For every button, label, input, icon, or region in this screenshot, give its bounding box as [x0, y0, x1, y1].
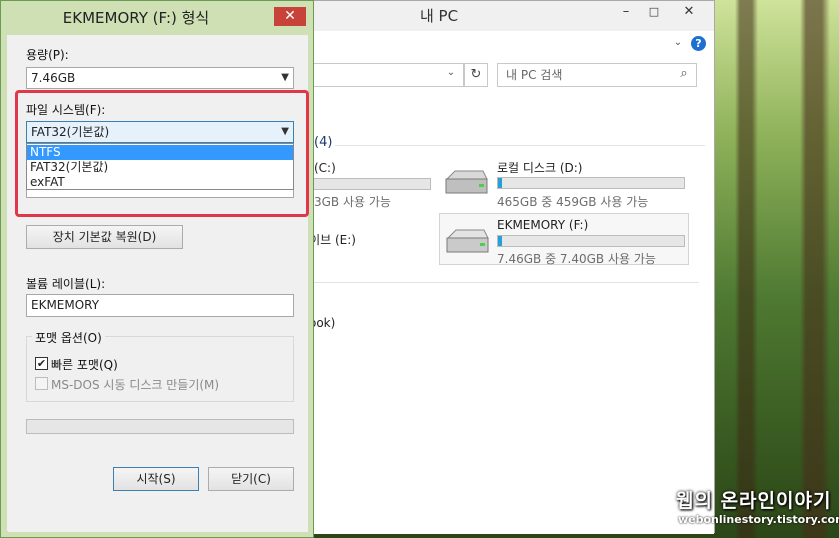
filesystem-dropdown-list: NTFS FAT32(기본값) exFAT	[26, 143, 294, 190]
start-button[interactable]: 시작(S)	[113, 467, 199, 491]
ribbon-bar: ⌄ ?	[299, 31, 714, 57]
refresh-button[interactable]: ↻	[464, 63, 488, 87]
search-icon[interactable]: ⌕	[676, 66, 692, 81]
watermark-url: webonlinestory.tistory.com	[678, 513, 839, 526]
devices-group-count: (4)	[314, 135, 333, 150]
filesystem-option[interactable]: exFAT	[27, 175, 293, 190]
capacity-value: 7.46GB	[31, 71, 76, 85]
chevron-down-icon[interactable]: ⌄	[444, 67, 458, 78]
search-placeholder: 내 PC 검색	[506, 68, 563, 82]
restore-defaults-button[interactable]: 장치 기본값 복원(D)	[26, 225, 183, 249]
format-options-label: 포맷 옵션(O)	[32, 329, 105, 346]
drive-usage-bar	[497, 235, 685, 247]
close-button[interactable]: ✕	[675, 1, 703, 23]
dialog-titlebar: EKMEMORY (F:) 형식 ✕	[1, 1, 313, 35]
filesystem-option[interactable]: FAT32(기본값)	[27, 160, 293, 175]
watermark-title: 웹의 온라인이야기	[676, 490, 832, 512]
volume-label: 볼륨 레이블(L):	[26, 277, 106, 291]
drive-d-tile[interactable]: 로컬 디스크 (D:) 465GB 중 459GB 사용 가능	[439, 159, 689, 209]
quick-format-checkbox[interactable]: ✔	[35, 357, 48, 370]
drive-label: 로컬 디스크 (D:)	[497, 161, 583, 175]
drive-e-tile[interactable]: 드라이브 (E:)	[287, 231, 419, 251]
chevron-down-icon: ▼	[281, 126, 289, 137]
divider	[335, 145, 705, 146]
drive-c-tile[interactable]: (C:) 3GB 사용 가능	[299, 161, 434, 209]
drive-usage-text: 465GB 중 459GB 사용 가능	[497, 195, 649, 209]
help-icon[interactable]: ?	[691, 36, 706, 51]
address-bar[interactable]: ⌄	[299, 63, 464, 87]
drive-usage-bar	[299, 178, 431, 190]
hard-drive-icon	[445, 170, 488, 194]
dialog-close-button[interactable]: ✕	[274, 7, 306, 26]
drive-label: EKMEMORY (F:)	[497, 218, 589, 232]
format-progress-bar	[26, 419, 294, 434]
drive-label: (C:)	[314, 161, 336, 175]
drive-f-tile[interactable]: EKMEMORY (F:) 7.46GB 중 7.40GB 사용 가능	[439, 213, 689, 266]
close-dialog-button[interactable]: 닫기(C)	[208, 467, 294, 491]
usb-drive-icon	[446, 229, 489, 253]
format-dialog: EKMEMORY (F:) 형식 ✕ 용량(P): 7.46GB ▼ 파일 시스…	[0, 0, 314, 538]
volume-label-value: EKMEMORY	[31, 298, 100, 312]
maximize-button[interactable]: □	[640, 1, 668, 23]
minimize-button[interactable]: –	[612, 1, 640, 23]
chevron-down-icon: ▼	[281, 72, 289, 83]
explorer-content: (4) (C:) 3GB 사용 가능 로컬 디스크 (D:) 465GB 중 4…	[287, 109, 714, 534]
expand-ribbon-icon[interactable]: ⌄	[671, 37, 685, 48]
capacity-label: 용량(P):	[26, 48, 69, 62]
quick-format-label: 빠른 포맷(Q)	[51, 358, 118, 372]
drive-usage-bar	[497, 177, 685, 189]
filesystem-label: 파일 시스템(F):	[26, 103, 106, 117]
msdos-label: MS-DOS 시동 디스크 만들기(M)	[51, 378, 220, 392]
explorer-titlebar: 내 PC – □ ✕	[299, 1, 714, 31]
filesystem-value: FAT32(기본값)	[31, 125, 110, 139]
search-input[interactable]: 내 PC 검색 ⌕	[497, 63, 697, 87]
capacity-select[interactable]: 7.46GB ▼	[26, 67, 294, 89]
filesystem-select[interactable]: FAT32(기본값) ▼	[26, 121, 294, 143]
drive-usage-text: 7.46GB 중 7.40GB 사용 가능	[497, 252, 656, 266]
msdos-checkbox[interactable]	[35, 377, 48, 390]
volume-label-input[interactable]: EKMEMORY	[26, 294, 294, 317]
divider	[299, 282, 699, 283]
explorer-title: 내 PC	[419, 7, 459, 25]
filesystem-option[interactable]: NTFS	[27, 145, 293, 160]
drive-usage-text: 3GB 사용 가능	[314, 195, 391, 209]
dialog-title: EKMEMORY (F:) 형식	[62, 9, 210, 27]
explorer-window: 내 PC – □ ✕ ⌄ ? ⌄ ↻ 내 PC 검색 ⌕ (4) (C:) 3G…	[287, 0, 715, 534]
